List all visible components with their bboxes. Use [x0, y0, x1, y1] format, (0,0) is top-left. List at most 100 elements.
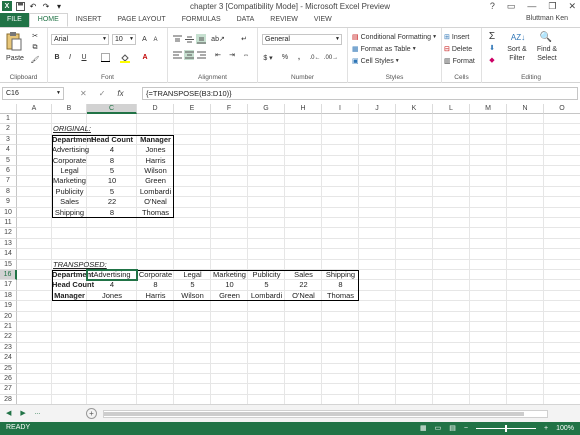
row-header-13[interactable]: 13: [0, 238, 17, 250]
column-header-a[interactable]: A: [17, 104, 52, 114]
tab-page-layout[interactable]: PAGE LAYOUT: [109, 13, 173, 27]
user-name[interactable]: Bluttman Ken: [526, 15, 568, 22]
insert-function-icon[interactable]: fx: [117, 89, 123, 98]
row-header-6[interactable]: 6: [0, 166, 17, 177]
percent-icon[interactable]: %: [280, 52, 290, 63]
fill-color-icon[interactable]: [118, 52, 132, 63]
row-header-14[interactable]: 14: [0, 249, 17, 260]
increase-indent-icon[interactable]: ⇥: [226, 50, 238, 60]
font-color-icon[interactable]: A: [138, 52, 152, 63]
row-header-9[interactable]: 9: [0, 197, 17, 208]
align-middle-icon[interactable]: [184, 34, 194, 44]
page-layout-view-icon[interactable]: ▭: [435, 424, 442, 432]
row-header-10[interactable]: 10: [0, 207, 17, 218]
row-header-25[interactable]: 25: [0, 363, 17, 374]
delete-cells-button[interactable]: ⊟ Delete: [444, 44, 480, 54]
copy-icon[interactable]: ⧉: [29, 43, 41, 53]
align-right-icon[interactable]: [196, 50, 206, 60]
row-header-4[interactable]: 4: [0, 145, 17, 156]
number-format-select[interactable]: General ▼: [262, 34, 342, 45]
normal-view-icon[interactable]: ▦: [420, 424, 427, 432]
column-header-j[interactable]: J: [359, 104, 396, 114]
row-header-2[interactable]: 2: [0, 124, 17, 135]
cell-styles-button[interactable]: ▣ Cell Styles ▼: [352, 56, 440, 66]
column-header-o[interactable]: O: [544, 104, 580, 114]
format-cells-button[interactable]: ▥ Format: [444, 56, 480, 66]
increase-decimal-icon[interactable]: .0←: [308, 52, 322, 63]
row-header-22[interactable]: 22: [0, 332, 17, 343]
find-select-icon[interactable]: 🔍: [536, 30, 556, 44]
tab-formulas[interactable]: FORMULAS: [174, 13, 229, 27]
underline-icon[interactable]: U: [78, 52, 90, 63]
previous-sheet-icon[interactable]: ◀: [6, 409, 11, 417]
row-header-5[interactable]: 5: [0, 155, 17, 166]
row-header-26[interactable]: 26: [0, 374, 17, 385]
merge-center-icon[interactable]: ⇔: [240, 50, 252, 60]
format-painter-icon[interactable]: 🖌: [29, 55, 41, 65]
bold-icon[interactable]: B: [52, 52, 62, 63]
zoom-slider[interactable]: [476, 424, 536, 432]
wrap-text-icon[interactable]: ↵: [238, 34, 250, 44]
row-header-24[interactable]: 24: [0, 353, 17, 364]
align-bottom-icon[interactable]: [196, 34, 206, 44]
cut-icon[interactable]: ✂: [29, 31, 41, 41]
column-header-g[interactable]: G: [248, 104, 285, 114]
conditional-formatting-button[interactable]: ▤ Conditional Formatting ▼: [352, 32, 440, 42]
page-break-view-icon[interactable]: ▤: [449, 424, 456, 432]
worksheet-grid[interactable]: A B C D E F G H I J K L M N O 1 2 3 4 5 6 7 8 9 10 11 12 13 14 15 16 17…: [0, 104, 580, 404]
formula-input[interactable]: {=TRANSPOSE(B3:D10)}: [142, 87, 578, 100]
column-header-i[interactable]: I: [322, 104, 359, 114]
column-header-n[interactable]: N: [507, 104, 544, 114]
restore-button[interactable]: ❐: [548, 1, 556, 12]
column-header-h[interactable]: H: [285, 104, 322, 114]
row-header-11[interactable]: 11: [0, 218, 17, 229]
name-box[interactable]: C16 ▼: [2, 87, 64, 100]
find-select-button[interactable]: Find &: [532, 45, 562, 54]
select-all-corner[interactable]: [0, 104, 17, 114]
close-button[interactable]: ✕: [568, 1, 576, 12]
row-header-12[interactable]: 12: [0, 228, 17, 239]
align-left-icon[interactable]: [172, 50, 182, 60]
column-header-d[interactable]: D: [137, 104, 174, 114]
borders-icon[interactable]: [98, 52, 112, 63]
zoom-in-icon[interactable]: +: [544, 425, 548, 432]
decrease-decimal-icon[interactable]: .00→: [324, 52, 338, 63]
clear-icon[interactable]: ◆: [486, 55, 498, 65]
comma-style-icon[interactable]: ,: [294, 52, 304, 63]
row-header-28[interactable]: 28: [0, 394, 17, 404]
next-sheet-icon[interactable]: ▶: [20, 409, 25, 417]
tab-data[interactable]: DATA: [229, 13, 263, 27]
tab-file[interactable]: FILE: [0, 13, 29, 27]
fill-icon[interactable]: ⬇: [486, 43, 498, 53]
decrease-indent-icon[interactable]: ⇤: [212, 50, 224, 60]
row-header-23[interactable]: 23: [0, 342, 17, 354]
new-sheet-button[interactable]: +: [86, 408, 97, 419]
align-top-icon[interactable]: [172, 34, 182, 44]
orientation-icon[interactable]: ab↗: [211, 34, 225, 44]
shrink-font-icon[interactable]: A: [151, 34, 160, 45]
row-header-21[interactable]: 21: [0, 322, 17, 333]
active-cell-selection[interactable]: [86, 269, 138, 282]
ribbon-display-button[interactable]: ▭: [507, 1, 516, 12]
column-header-l[interactable]: L: [433, 104, 470, 114]
grow-font-icon[interactable]: A: [140, 34, 149, 45]
row-header-20[interactable]: 20: [0, 311, 17, 322]
column-header-c[interactable]: C: [87, 104, 137, 114]
cell[interactable]: ORIGINAL:: [52, 124, 112, 134]
zoom-out-icon[interactable]: −: [464, 425, 468, 432]
tab-insert[interactable]: INSERT: [68, 13, 110, 27]
sort-filter-button[interactable]: Sort &: [502, 45, 532, 54]
row-header-27[interactable]: 27: [0, 384, 17, 395]
zoom-level[interactable]: 100%: [556, 425, 574, 432]
autosum-icon[interactable]: Σ: [486, 31, 498, 42]
tab-review[interactable]: REVIEW: [262, 13, 306, 27]
row-header-18[interactable]: 18: [0, 290, 17, 302]
row-header-8[interactable]: 8: [0, 186, 17, 198]
column-header-k[interactable]: K: [396, 104, 433, 114]
minimize-button[interactable]: —: [527, 1, 536, 12]
column-header-f[interactable]: F: [211, 104, 248, 114]
tab-home[interactable]: HOME: [28, 13, 68, 27]
align-center-icon[interactable]: [184, 50, 194, 60]
column-header-m[interactable]: M: [470, 104, 507, 114]
row-header-17[interactable]: 17: [0, 280, 17, 291]
